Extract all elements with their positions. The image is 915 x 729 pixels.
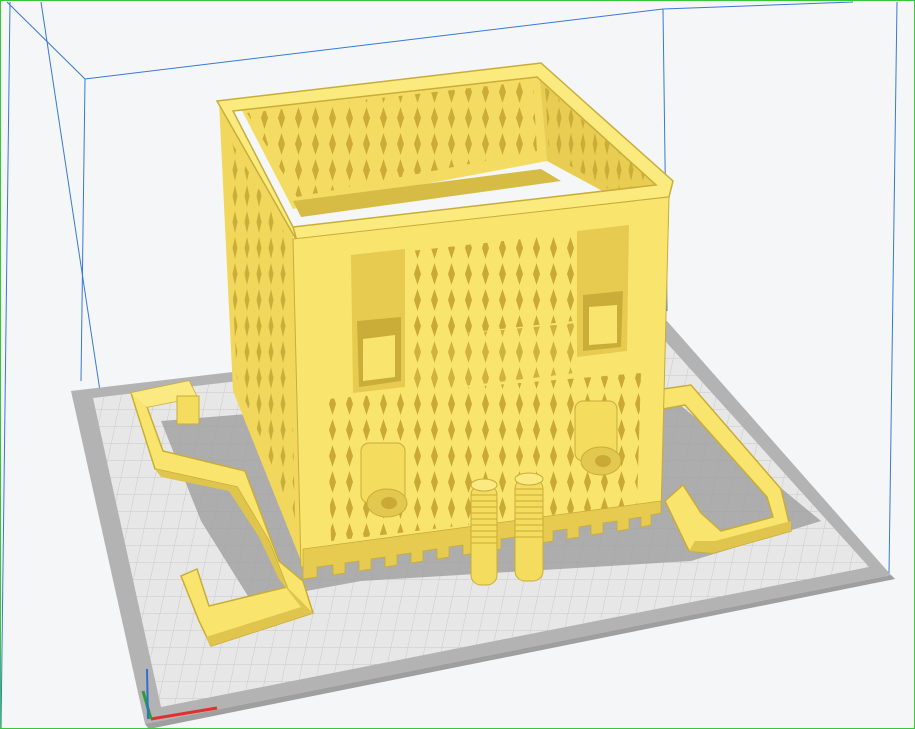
z-axis-line xyxy=(146,668,149,720)
left-boss xyxy=(360,442,408,518)
volume-back-top-edge xyxy=(84,8,664,80)
volume-front-left-vertical xyxy=(1,1,11,728)
basket-model xyxy=(215,62,674,580)
right-window xyxy=(577,225,629,357)
3d-viewport[interactable] xyxy=(0,0,915,729)
threaded-pin-right xyxy=(514,472,544,582)
scene-canvas[interactable] xyxy=(1,1,915,729)
basket-front-holes-upper xyxy=(411,233,577,339)
left-window xyxy=(351,249,405,393)
volume-front-right-vertical xyxy=(888,1,898,575)
right-boss xyxy=(574,400,622,476)
volume-right-top-edge xyxy=(662,1,854,10)
volume-left-top-edge xyxy=(6,1,86,80)
volume-back-left-vertical xyxy=(80,78,86,382)
left-bracket-post xyxy=(176,395,200,425)
threaded-pin-left xyxy=(470,478,498,586)
